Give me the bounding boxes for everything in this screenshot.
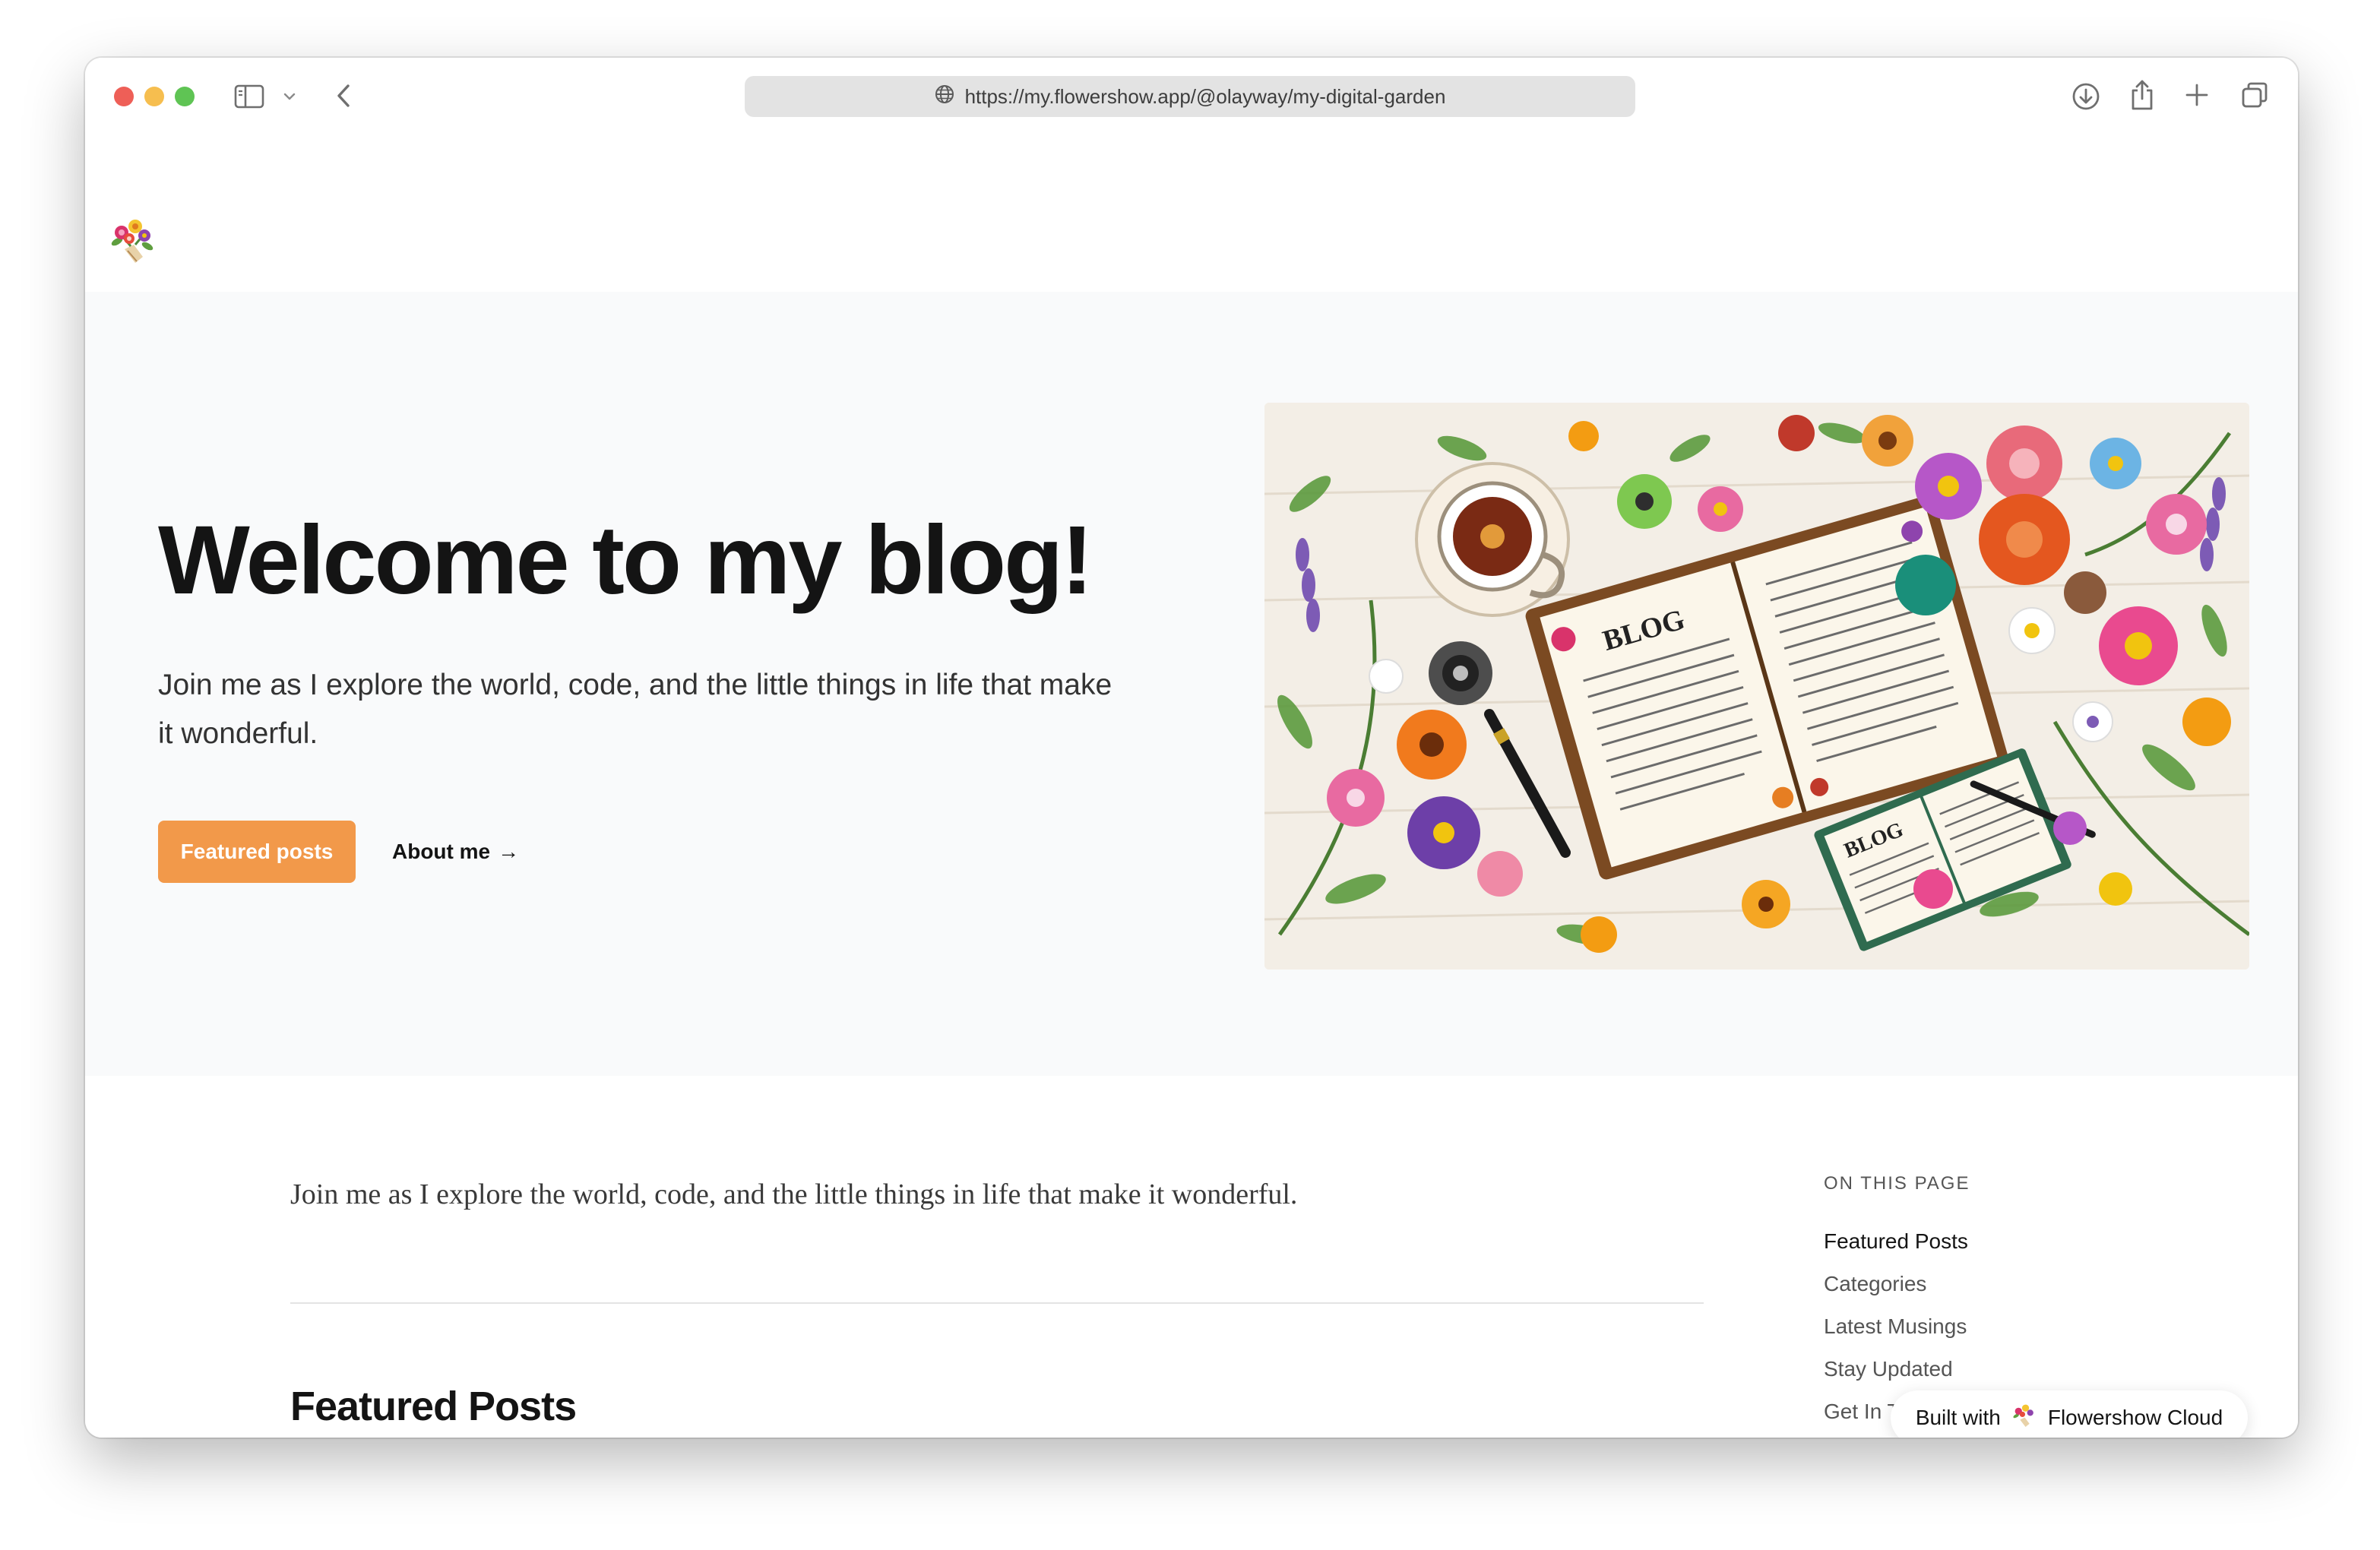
url-text: https://my.flowershow.app/@olayway/my-di… [964,84,1446,108]
back-icon[interactable] [330,81,357,111]
content-divider [290,1302,1704,1304]
close-window-button[interactable] [114,87,134,106]
browser-toolbar: https://my.flowershow.app/@olayway/my-di… [85,58,2298,137]
site-header [85,137,2298,292]
featured-posts-button[interactable]: Featured posts [158,821,356,883]
about-me-label: About me [392,840,491,863]
hero-section: Welcome to my blog! Join me as I explore… [85,292,2298,1076]
toc-heading: ON THIS PAGE [1824,1173,1970,1194]
toc-item-featured-posts[interactable]: Featured Posts [1824,1220,2249,1263]
minimize-window-button[interactable] [144,87,164,106]
browser-window: https://my.flowershow.app/@olayway/my-di… [85,58,2298,1438]
about-me-link[interactable]: About me → [392,821,519,883]
toc-item-categories[interactable]: Categories [1824,1263,2249,1305]
toc-item-latest-musings[interactable]: Latest Musings [1824,1305,2249,1348]
intro-text: Join me as I explore the world, code, an… [290,1178,1298,1210]
hero-image: BLOG BLOG [1264,403,2249,970]
flowershow-logo-icon [2011,1403,2037,1434]
share-icon[interactable] [2125,74,2160,115]
globe-icon [935,84,954,109]
sidebar-icon[interactable] [233,82,266,111]
flower-logo-icon[interactable] [108,216,158,266]
download-icon[interactable] [2067,78,2105,115]
built-with-badge[interactable]: Built with Flowershow Cloud [1891,1390,2248,1438]
chevron-down-icon[interactable] [280,87,299,106]
featured-posts-heading: Featured Posts [290,1384,577,1429]
address-bar[interactable]: https://my.flowershow.app/@olayway/my-di… [745,76,1635,117]
zoom-window-button[interactable] [175,87,195,106]
arrow-right-icon: → [498,840,520,863]
hero-subtitle: Join me as I explore the world, code, an… [158,669,1112,750]
new-tab-plus-icon[interactable] [2179,78,2214,112]
hero-title: Welcome to my blog! [158,506,1093,615]
toc-item-stay-updated[interactable]: Stay Updated [1824,1348,2249,1390]
badge-prefix: Built with [1915,1406,2001,1429]
tabs-overview-icon[interactable] [2237,78,2272,112]
main-content: Join me as I explore the world, code, an… [85,1076,2298,1438]
badge-name: Flowershow Cloud [2047,1406,2223,1429]
